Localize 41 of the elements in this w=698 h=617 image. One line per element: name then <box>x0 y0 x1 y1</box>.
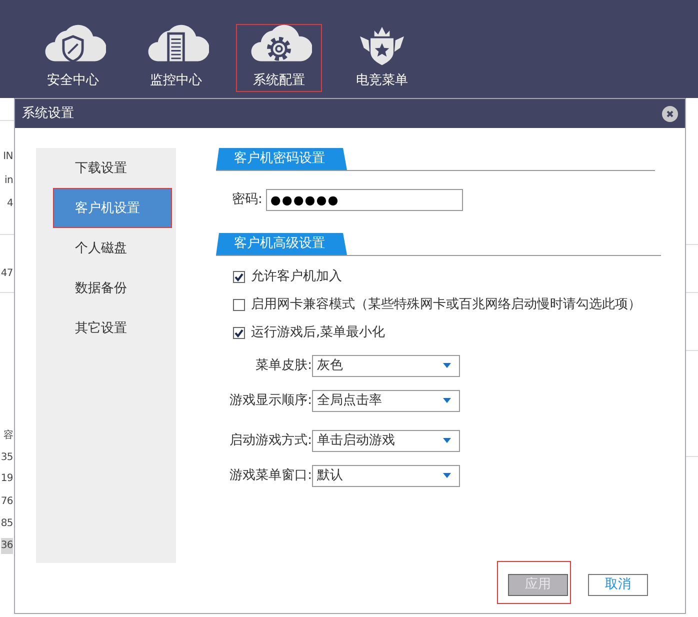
option-label: 允许客户机加入 <box>251 268 342 286</box>
table-cell-text: 19 <box>0 472 13 486</box>
sidebar-item[interactable]: 个人磁盘 <box>36 228 176 268</box>
table-cell-text: 85 <box>0 517 13 531</box>
password-field[interactable]: ●●●●●● <box>266 189 464 211</box>
dialog-title: 系统设置 <box>22 104 74 123</box>
field-label: 游戏显示顺序: <box>228 392 312 410</box>
table-cell-text: 47 <box>0 267 13 281</box>
field-label: 启动游戏方式: <box>228 432 312 450</box>
caret-icon <box>443 398 451 403</box>
dropdown-field[interactable]: 灰色 <box>312 354 460 376</box>
table-cell: 36 <box>0 538 13 554</box>
field-label: 游戏菜单窗口: <box>228 466 312 485</box>
toolbar-button[interactable]: 电竞菜单 <box>339 24 425 92</box>
sidebar-item[interactable]: 客户机设置 <box>53 188 172 228</box>
table-cell-text: 76 <box>0 495 13 509</box>
table-cell-text: in <box>4 174 13 188</box>
checkbox[interactable] <box>233 326 245 338</box>
dropdown-field[interactable]: 全局点击率 <box>312 390 460 412</box>
table-cell-text: IN <box>3 150 13 164</box>
dropdown-field[interactable]: 单击启动游戏 <box>312 430 460 452</box>
caret-icon <box>443 438 451 443</box>
field-label: 密码: <box>232 191 262 210</box>
toolbar-button[interactable]: 系统配置 <box>236 24 322 92</box>
table-cell-text: 容 <box>3 428 13 443</box>
caret-icon <box>443 363 451 368</box>
dropdown-field[interactable]: 默认 <box>312 464 460 486</box>
caret-icon <box>443 473 451 478</box>
toolbar-button[interactable]: 监控中心 <box>133 24 219 92</box>
option-label: 运行游戏后,菜单最小化 <box>251 324 386 342</box>
option-label: 启用网卡兼容模式（某些特殊网卡或百兆网络启动慢时请勾选此项） <box>251 296 641 314</box>
sidebar-item[interactable]: 数据备份 <box>36 268 176 308</box>
table-cell-text: 35 <box>0 451 13 465</box>
close-button[interactable] <box>662 106 678 122</box>
field-label: 菜单皮肤: <box>254 356 312 375</box>
sidebar-item[interactable]: 其它设置 <box>36 308 176 348</box>
checkbox[interactable] <box>233 270 245 282</box>
checkbox[interactable] <box>233 298 245 310</box>
table-cell-text: 4 <box>6 197 13 211</box>
toolbar-button[interactable]: 安全中心 <box>30 24 116 92</box>
sidebar-item[interactable]: 下载设置 <box>36 148 176 188</box>
